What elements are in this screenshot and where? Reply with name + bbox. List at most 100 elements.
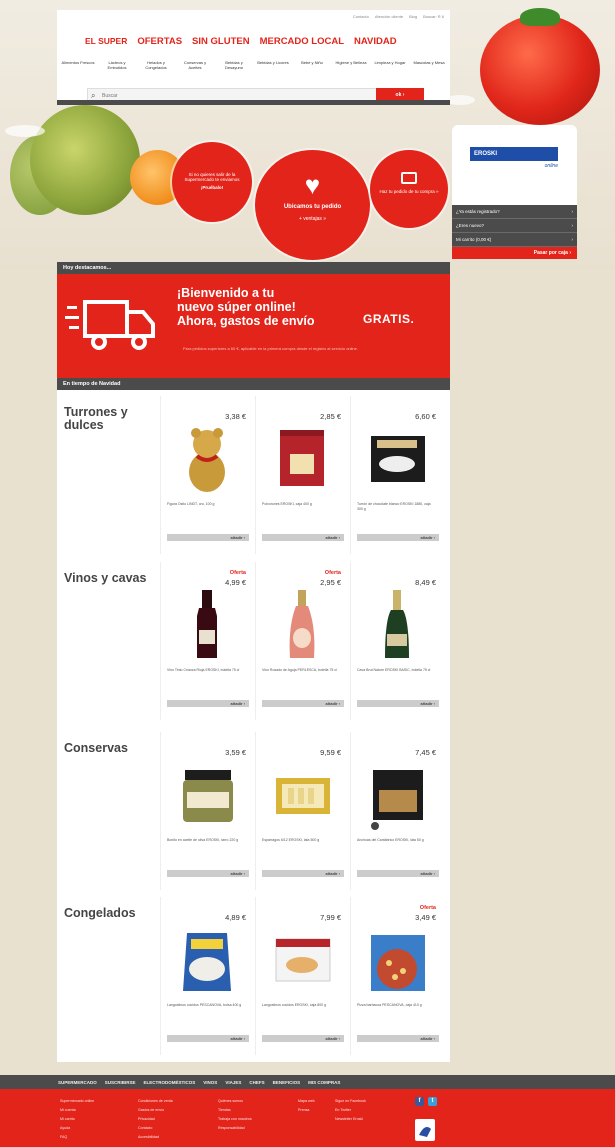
footer-nav-item[interactable]: MIS COMPRAS bbox=[308, 1080, 340, 1085]
promo-conditions: Para pedidos superiores a 60 €, aplicabl… bbox=[183, 346, 358, 351]
footer-link[interactable]: Privacidad bbox=[138, 1115, 173, 1124]
product-name: Bonito en aceite de oliva EROSKI, tarro … bbox=[167, 838, 239, 842]
toplink-contact[interactable]: Contacto bbox=[353, 14, 369, 19]
promo-bubble-advantages[interactable]: ♥ Ubicamos tu pedido + ventajas » bbox=[255, 150, 370, 260]
footer-link[interactable]: Newsletter Eroski bbox=[335, 1115, 366, 1124]
login-cart-row[interactable]: Mi carrito (0,00 €) › bbox=[452, 233, 577, 247]
add-to-cart-button[interactable]: añadir › bbox=[167, 534, 249, 541]
footer-nav-item[interactable]: SUPERMERCADO bbox=[58, 1080, 97, 1085]
footer-link[interactable]: En Twitter bbox=[335, 1106, 366, 1115]
subnav-item[interactable]: Alimentos Frescos bbox=[61, 60, 95, 70]
product-card[interactable]: 4,89 € Langostinos cocidos PESCANOVA, bo… bbox=[160, 897, 252, 1055]
footer-nav-item[interactable]: CHEFS bbox=[249, 1080, 264, 1085]
nav-mercado-local[interactable]: MERCADO LOCAL bbox=[260, 36, 344, 47]
search-input[interactable] bbox=[102, 91, 362, 100]
footer-nav-item[interactable]: ELECTRODOMÉSTICOS bbox=[144, 1080, 196, 1085]
twitter-icon[interactable]: t bbox=[428, 1097, 437, 1106]
footer-link[interactable]: Mi cuenta bbox=[60, 1106, 94, 1115]
toplink-search[interactable]: Buscar: R 6 bbox=[423, 14, 444, 19]
nav-el-super[interactable]: EL SUPER bbox=[85, 36, 127, 47]
product-card[interactable]: 2,85 € Polvorones EROSKI, caja 400 g aña… bbox=[255, 396, 347, 554]
footer-link[interactable]: Condiciones de venta bbox=[138, 1097, 173, 1106]
login-registered-row[interactable]: ¿Ya estás registrado? › bbox=[452, 205, 577, 219]
footer-column: Quiénes somos Tiendas Trabaja con nosotr… bbox=[218, 1097, 252, 1133]
subnav-item[interactable]: Bebidas y Licores bbox=[256, 60, 290, 70]
product-name: Langostinos cocidos EROSKI, caja 800 g bbox=[262, 1003, 327, 1007]
nav-navidad[interactable]: NAVIDAD bbox=[354, 36, 397, 47]
eroski-logo[interactable]: EROSKI bbox=[470, 147, 558, 161]
product-card[interactable]: Oferta 2,95 € Vino Rosado de Aguja PERLE… bbox=[255, 562, 347, 720]
water-splash-image bbox=[5, 125, 45, 137]
add-to-cart-button[interactable]: añadir › bbox=[167, 870, 249, 877]
footer-nav-item[interactable]: BENEFICIOS bbox=[273, 1080, 301, 1085]
product-image bbox=[371, 436, 425, 482]
category-conservas: Conservas 3,59 € Bonito en aceite de oli… bbox=[57, 732, 450, 897]
product-card[interactable]: 7,99 € Langostinos cocidos EROSKI, caja … bbox=[255, 897, 347, 1055]
login-new-row[interactable]: ¿Eres nuevo? › bbox=[452, 219, 577, 233]
add-to-cart-button[interactable]: añadir › bbox=[357, 870, 439, 877]
footer-link[interactable]: FAQ bbox=[60, 1133, 94, 1142]
top-links: Contacto Atención cliente Blog Buscar: R… bbox=[353, 14, 444, 19]
footer-link[interactable]: Gastos de envío bbox=[138, 1106, 173, 1115]
product-name: Figura Osito LINDT, oro, 100 g bbox=[167, 502, 215, 506]
footer-link[interactable]: Mapa web bbox=[298, 1097, 315, 1106]
subnav-item[interactable]: Higiene y Belleza bbox=[334, 60, 368, 70]
add-to-cart-button[interactable]: añadir › bbox=[262, 534, 344, 541]
product-card[interactable]: Oferta 3,49 € Pizza barbacoa PESCANOVA, … bbox=[350, 897, 442, 1055]
product-card[interactable]: Oferta 4,99 € Vino Tinto Crianza Rioja E… bbox=[160, 562, 252, 720]
subnav-item[interactable]: Bebé y Niño bbox=[295, 60, 329, 70]
subnav-item[interactable]: Conservas y Aceites bbox=[178, 60, 212, 70]
category-title: Conservas bbox=[64, 741, 128, 755]
category-vinos: Vinos y cavas Oferta 4,99 € Vino Tinto C… bbox=[57, 562, 450, 727]
product-card[interactable]: 8,49 € Cava Brut Nature EROSKI BASIC, bo… bbox=[350, 562, 442, 720]
site-footer: Supermercado online Mi cuenta Mi carrito… bbox=[0, 1089, 615, 1147]
product-image bbox=[197, 590, 217, 658]
checkout-button[interactable]: Pasar por caja › bbox=[452, 247, 577, 259]
add-to-cart-button[interactable]: añadir › bbox=[357, 534, 439, 541]
free-shipping-banner[interactable]: ¡Bienvenido a tu nuevo súper online! Aho… bbox=[57, 274, 450, 378]
product-card[interactable]: 3,59 € Bonito en aceite de oliva EROSKI,… bbox=[160, 732, 252, 890]
product-card[interactable]: 9,59 € Espárragos 6/12 EROSKI, lata 500 … bbox=[255, 732, 347, 890]
footer-link[interactable]: Tiendas bbox=[218, 1106, 252, 1115]
facebook-icon[interactable]: f bbox=[415, 1097, 424, 1106]
promo-bubble-delivery[interactable]: Si no quieres salir de la Supermercado t… bbox=[172, 142, 252, 222]
footer-link[interactable]: Trabaja con nosotros bbox=[218, 1115, 252, 1124]
promo-bubble-order[interactable]: Haz tu pedido de tu compra » bbox=[370, 150, 448, 228]
footer-link[interactable]: Quiénes somos bbox=[218, 1097, 252, 1106]
toplink-blog[interactable]: Blog bbox=[409, 14, 417, 19]
footer-link[interactable]: Ayuda bbox=[60, 1124, 94, 1133]
subnav-item[interactable]: Lácteos y Embutidos bbox=[100, 60, 134, 70]
footer-nav-item[interactable]: VIAJES bbox=[225, 1080, 241, 1085]
subnav-item[interactable]: Bebidas y Desayuno bbox=[217, 60, 251, 70]
footer-link[interactable]: Sigue en Facebook bbox=[335, 1097, 366, 1106]
subnav-item[interactable]: Helados y Congelados bbox=[139, 60, 173, 70]
footer-link[interactable]: Accesibilidad bbox=[138, 1133, 173, 1142]
add-to-cart-button[interactable]: añadir › bbox=[357, 700, 439, 707]
nav-sin-gluten[interactable]: SIN GLUTEN bbox=[192, 36, 250, 47]
bubble-cta: ¡Pruébalo! bbox=[200, 185, 224, 190]
footer-link[interactable]: Prensa bbox=[298, 1106, 315, 1115]
nav-ofertas[interactable]: OFERTAS bbox=[137, 36, 182, 47]
footer-link[interactable]: Responsabilidad bbox=[218, 1124, 252, 1133]
footer-nav-item[interactable]: VINOS bbox=[203, 1080, 217, 1085]
subnav-item[interactable]: Mascotas y Mesa bbox=[412, 60, 446, 70]
subnav-item[interactable]: Limpieza y Hogar bbox=[373, 60, 407, 70]
add-to-cart-button[interactable]: añadir › bbox=[262, 870, 344, 877]
add-to-cart-button[interactable]: añadir › bbox=[262, 1035, 344, 1042]
product-card[interactable]: 6,60 € Turrón de chocolate blanco EROSKI… bbox=[350, 396, 442, 554]
footer-link[interactable]: Mi carrito bbox=[60, 1115, 94, 1124]
footer-nav-item[interactable]: SUSCRIBIRSE bbox=[105, 1080, 136, 1085]
product-card[interactable]: 7,45 € Anchoas del Cantábrico EROSKI, la… bbox=[350, 732, 442, 890]
add-to-cart-button[interactable]: añadir › bbox=[167, 1035, 249, 1042]
toplink-support[interactable]: Atención cliente bbox=[375, 14, 403, 19]
bubble-text: Si no quieres salir de la Supermercado t… bbox=[184, 172, 240, 182]
footer-column: Supermercado online Mi cuenta Mi carrito… bbox=[60, 1097, 94, 1142]
footer-link[interactable]: Contacto bbox=[138, 1124, 173, 1133]
product-card[interactable]: 3,38 € Figura Osito LINDT, oro, 100 g añ… bbox=[160, 396, 252, 554]
product-price: 7,99 € bbox=[320, 913, 341, 922]
footer-link[interactable]: Supermercado online bbox=[60, 1097, 94, 1106]
product-price: 4,89 € bbox=[225, 913, 246, 922]
add-to-cart-button[interactable]: añadir › bbox=[357, 1035, 439, 1042]
add-to-cart-button[interactable]: añadir › bbox=[167, 700, 249, 707]
add-to-cart-button[interactable]: añadir › bbox=[262, 700, 344, 707]
